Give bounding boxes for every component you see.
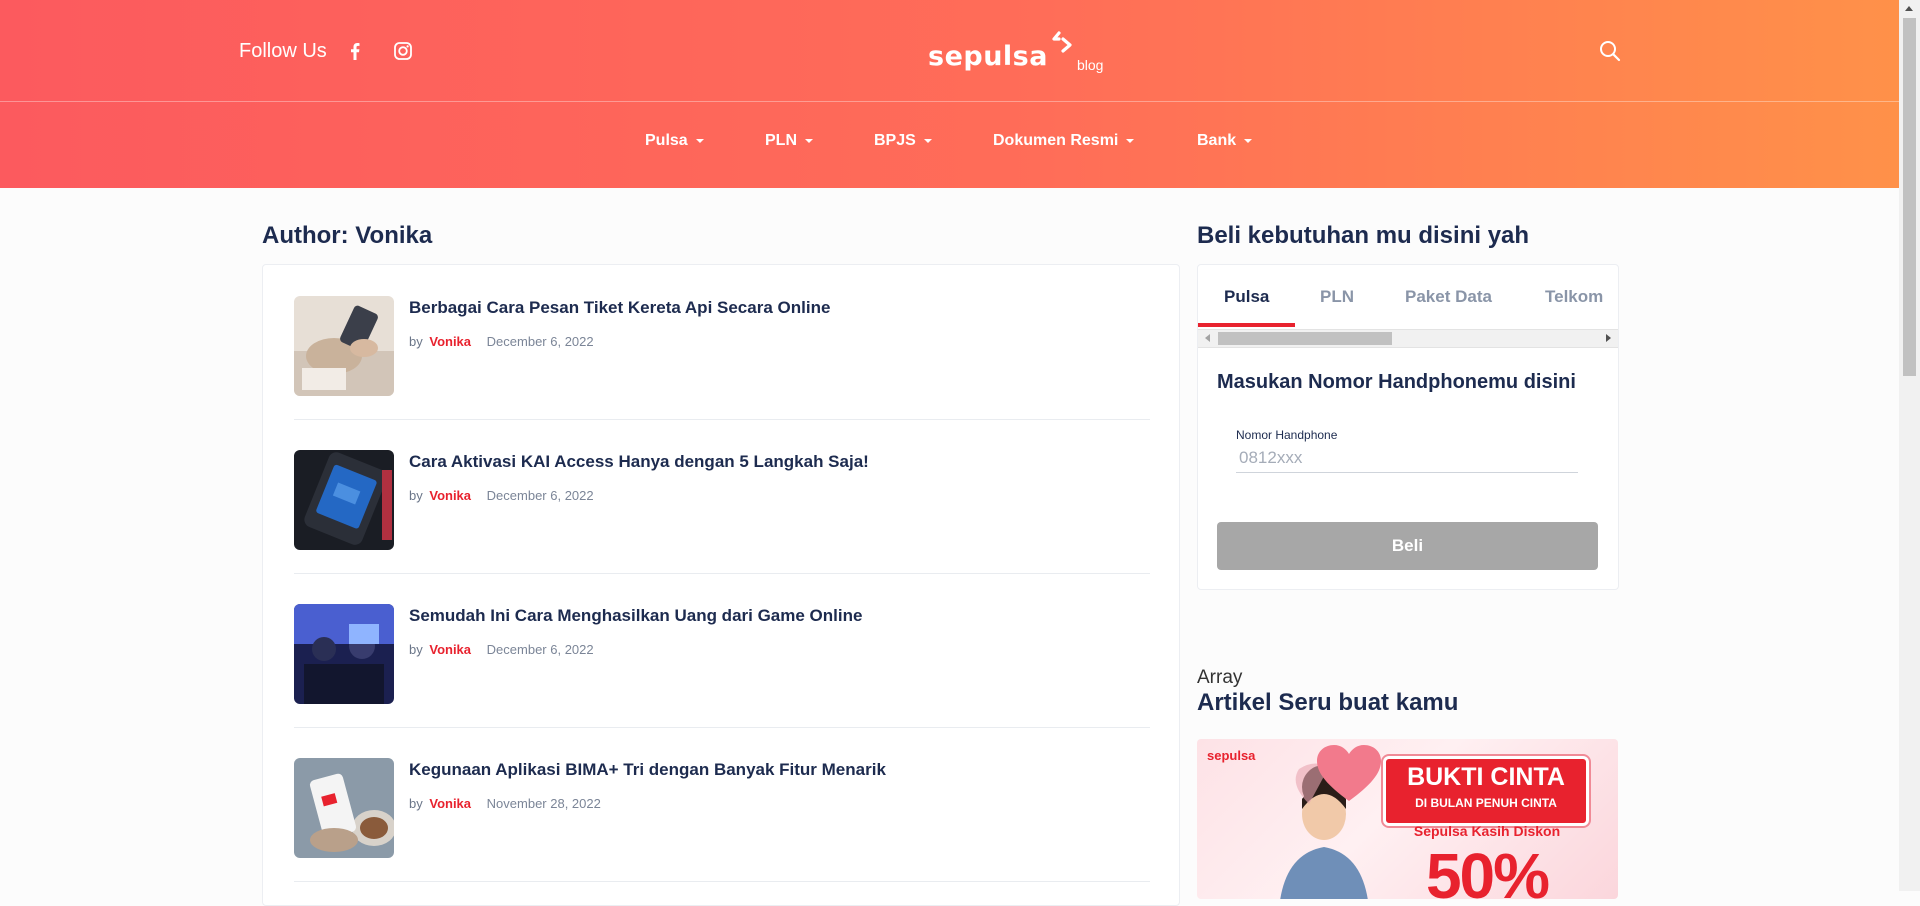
promo-headline-badge: BUKTI CINTA DI BULAN PENUH CINTA xyxy=(1383,756,1589,826)
phone-number-input[interactable] xyxy=(1236,443,1578,473)
buy-button[interactable]: Beli xyxy=(1217,522,1598,570)
post-item: Berbagai Cara Pesan Tiket Kereta Api Sec… xyxy=(294,265,1150,420)
active-tab-indicator xyxy=(1198,323,1295,327)
nav-item-label: BPJS xyxy=(874,132,916,149)
post-thumbnail[interactable] xyxy=(294,296,394,396)
page-scrollbar-thumb[interactable] xyxy=(1903,18,1916,376)
page-vertical-scrollbar[interactable] xyxy=(1899,0,1920,891)
scroll-left-arrow-icon[interactable] xyxy=(1205,334,1210,342)
purchase-widget-title: Beli kebutuhan mu disini yah xyxy=(1197,222,1530,249)
post-thumbnail[interactable] xyxy=(294,758,394,858)
post-thumbnail[interactable] xyxy=(294,450,394,550)
main-nav: Pulsa PLN BPJS Dokumen Resmi Bank xyxy=(0,102,1899,188)
array-text: Array xyxy=(1197,667,1243,688)
articles-section-title: Artikel Seru buat kamu xyxy=(1197,689,1459,716)
post-date: November 28, 2022 xyxy=(486,796,601,811)
caret-down-icon xyxy=(1244,139,1253,143)
nav-item-label: Bank xyxy=(1197,132,1237,149)
caret-down-icon xyxy=(1126,139,1135,143)
promo-discount-percent: 50% xyxy=(1425,840,1550,899)
post-meta: by Vonika December 6, 2022 xyxy=(409,642,594,657)
caret-down-icon xyxy=(805,139,813,143)
top-bar: Follow Us sepulsa blog xyxy=(0,0,1899,102)
scrollbar-thumb[interactable] xyxy=(1218,332,1392,345)
follow-us: Follow Us xyxy=(239,38,415,64)
post-meta: by Vonika November 28, 2022 xyxy=(409,796,601,811)
post-date: December 6, 2022 xyxy=(486,488,594,503)
post-author-link[interactable]: Vonika xyxy=(429,796,471,811)
nav-item-label: Dokumen Resmi xyxy=(993,132,1119,149)
nav-item-pulsa[interactable]: Pulsa xyxy=(645,132,704,150)
post-meta: by Vonika December 6, 2022 xyxy=(409,334,594,349)
by-label: by xyxy=(409,796,423,811)
post-thumbnail[interactable] xyxy=(294,604,394,704)
tabs-horizontal-scrollbar[interactable] xyxy=(1198,329,1618,348)
scroll-right-arrow-icon[interactable] xyxy=(1606,334,1611,342)
nav-item-bpjs[interactable]: BPJS xyxy=(874,132,932,150)
tab-pln[interactable]: PLN xyxy=(1320,287,1354,307)
promo-headline: BUKTI CINTA xyxy=(1407,763,1565,791)
nav-item-pln[interactable]: PLN xyxy=(765,132,813,150)
tab-pulsa[interactable]: Pulsa xyxy=(1224,287,1269,307)
facebook-icon[interactable] xyxy=(343,39,367,63)
site-header: Follow Us sepulsa blog Pulsa PLN BPJS Do… xyxy=(0,0,1899,188)
post-meta: by Vonika December 6, 2022 xyxy=(409,488,594,503)
nav-item-bank[interactable]: Bank xyxy=(1197,132,1253,150)
search-icon xyxy=(1600,41,1621,62)
caret-down-icon xyxy=(695,139,704,143)
heart-icon xyxy=(1317,745,1381,801)
scroll-up-arrow-icon[interactable] xyxy=(1905,6,1913,11)
post-title-link[interactable]: Semudah Ini Cara Menghasilkan Uang dari … xyxy=(409,606,862,626)
post-title-link[interactable]: Kegunaan Aplikasi BIMA+ Tri dengan Banya… xyxy=(409,760,886,780)
logo-mark-icon xyxy=(1052,31,1072,53)
follow-us-label: Follow Us xyxy=(239,39,327,62)
post-list: Berbagai Cara Pesan Tiket Kereta Api Sec… xyxy=(262,264,1180,906)
by-label: by xyxy=(409,334,423,349)
product-tabs: Pulsa PLN Paket Data Telkom xyxy=(1198,265,1618,328)
purchase-widget: Pulsa PLN Paket Data Telkom Masukan Nomo… xyxy=(1197,264,1619,590)
caret-down-icon xyxy=(923,139,932,143)
instagram-icon[interactable] xyxy=(391,39,415,63)
by-label: by xyxy=(409,642,423,657)
promo-subheadline: DI BULAN PENUH CINTA xyxy=(1415,796,1557,810)
post-title-link[interactable]: Cara Aktivasi KAI Access Hanya dengan 5 … xyxy=(409,452,869,472)
post-author-link[interactable]: Vonika xyxy=(429,488,471,503)
logo-blog-label: blog xyxy=(1076,57,1104,73)
by-label: by xyxy=(409,488,423,503)
phone-form-title: Masukan Nomor Handphonemu disini xyxy=(1217,371,1576,393)
post-date: December 6, 2022 xyxy=(486,334,594,349)
promo-banner[interactable]: sepulsa BUKTI CINTA DI BULAN PENUH CINTA… xyxy=(1197,739,1618,899)
page-title: Author: Vonika xyxy=(262,222,433,249)
promo-discount-label: Sepulsa Kasih Diskon xyxy=(1413,823,1561,839)
post-item: Cara Aktivasi KAI Access Hanya dengan 5 … xyxy=(294,419,1150,574)
tab-paket-data[interactable]: Paket Data xyxy=(1405,287,1492,307)
nav-item-label: PLN xyxy=(765,132,797,149)
tab-telkom[interactable]: Telkom xyxy=(1545,287,1603,307)
nav-item-dokumen-resmi[interactable]: Dokumen Resmi xyxy=(993,132,1135,150)
phone-field-label: Nomor Handphone xyxy=(1236,428,1338,442)
promo-brand: sepulsa xyxy=(1207,748,1256,763)
search-button[interactable] xyxy=(1597,38,1623,64)
post-title-link[interactable]: Berbagai Cara Pesan Tiket Kereta Api Sec… xyxy=(409,298,830,318)
post-author-link[interactable]: Vonika xyxy=(429,334,471,349)
sepulsa-blog-logo[interactable]: sepulsa blog xyxy=(928,30,1104,73)
post-date: December 6, 2022 xyxy=(486,642,594,657)
post-item: Kegunaan Aplikasi BIMA+ Tri dengan Banya… xyxy=(294,727,1150,882)
nav-item-label: Pulsa xyxy=(645,132,688,149)
post-item: Semudah Ini Cara Menghasilkan Uang dari … xyxy=(294,573,1150,728)
logo-wordmark: sepulsa xyxy=(928,41,1048,72)
post-author-link[interactable]: Vonika xyxy=(429,642,471,657)
